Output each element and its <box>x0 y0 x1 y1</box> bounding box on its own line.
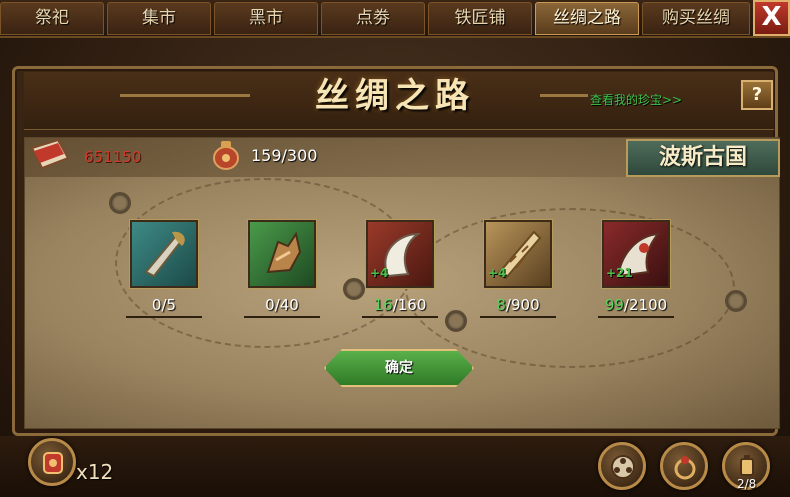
bonus-text: +21 <box>606 266 633 280</box>
map-node <box>109 192 131 214</box>
divider <box>244 316 320 318</box>
book-value: 651150 <box>84 148 142 166</box>
tab-buy-silk[interactable]: 购买丝绸 <box>642 2 750 35</box>
tab-silk-road[interactable]: 丝绸之路 <box>535 2 639 35</box>
reel-button[interactable] <box>598 442 646 490</box>
claw-gauntlet-icon <box>266 231 302 274</box>
item-count: 16/160 <box>373 296 427 314</box>
silk-token-button[interactable] <box>28 438 76 486</box>
token-multiplier: x12 <box>76 460 114 484</box>
close-button[interactable]: X <box>753 0 790 36</box>
page-indicator: 2/8 <box>737 477 757 491</box>
dagger-icon <box>144 231 185 278</box>
tab-market[interactable]: 集市 <box>107 2 211 35</box>
tab-black-market[interactable]: 黑市 <box>214 2 318 35</box>
tab-bar: 祭祀 集市 黑市 点劵 铁匠铺 丝绸之路 购买丝绸 X <box>0 0 790 38</box>
window-title: 丝绸之路 <box>315 76 475 116</box>
item-slot-claw[interactable] <box>248 220 316 288</box>
confirm-button[interactable]: 确定 <box>324 349 474 387</box>
item-count: 99/2100 <box>604 296 668 314</box>
map-node <box>725 290 747 312</box>
item-slot-serrated-blade[interactable]: +4 <box>484 220 552 288</box>
book-icon <box>30 138 70 170</box>
divider <box>480 316 556 318</box>
item-slot-curved-blade[interactable]: +4 <box>366 220 434 288</box>
item-slot-dagger[interactable] <box>130 220 198 288</box>
item-slot-horn-blade[interactable]: +21 <box>602 220 670 288</box>
item-count: 0/5 <box>151 296 177 314</box>
ornament-left <box>120 94 250 97</box>
ring-button[interactable] <box>660 442 708 490</box>
view-treasure-link[interactable]: 查看我的珍宝>> <box>590 91 682 108</box>
bonus-text: +4 <box>370 266 389 280</box>
treasure-bag-icon <box>213 141 239 170</box>
item-count: 0/40 <box>265 296 299 314</box>
divider <box>126 316 202 318</box>
divider <box>598 316 674 318</box>
ornament-right <box>540 94 588 97</box>
region-label: 波斯古国 <box>626 139 780 177</box>
divider <box>362 316 438 318</box>
ring-icon <box>674 456 696 480</box>
item-count: 8/900 <box>496 296 540 314</box>
tab-sacrifice[interactable]: 祭祀 <box>0 2 104 35</box>
film-reel-icon <box>611 455 635 479</box>
bag-capacity: 159/300 <box>251 146 318 165</box>
tab-vouchers[interactable]: 点劵 <box>321 2 425 35</box>
bonus-text: +4 <box>488 266 507 280</box>
help-button[interactable]: ? <box>741 80 773 110</box>
map-route-line <box>405 208 735 368</box>
tab-blacksmith[interactable]: 铁匠铺 <box>428 2 532 35</box>
silk-token-icon <box>43 452 63 474</box>
